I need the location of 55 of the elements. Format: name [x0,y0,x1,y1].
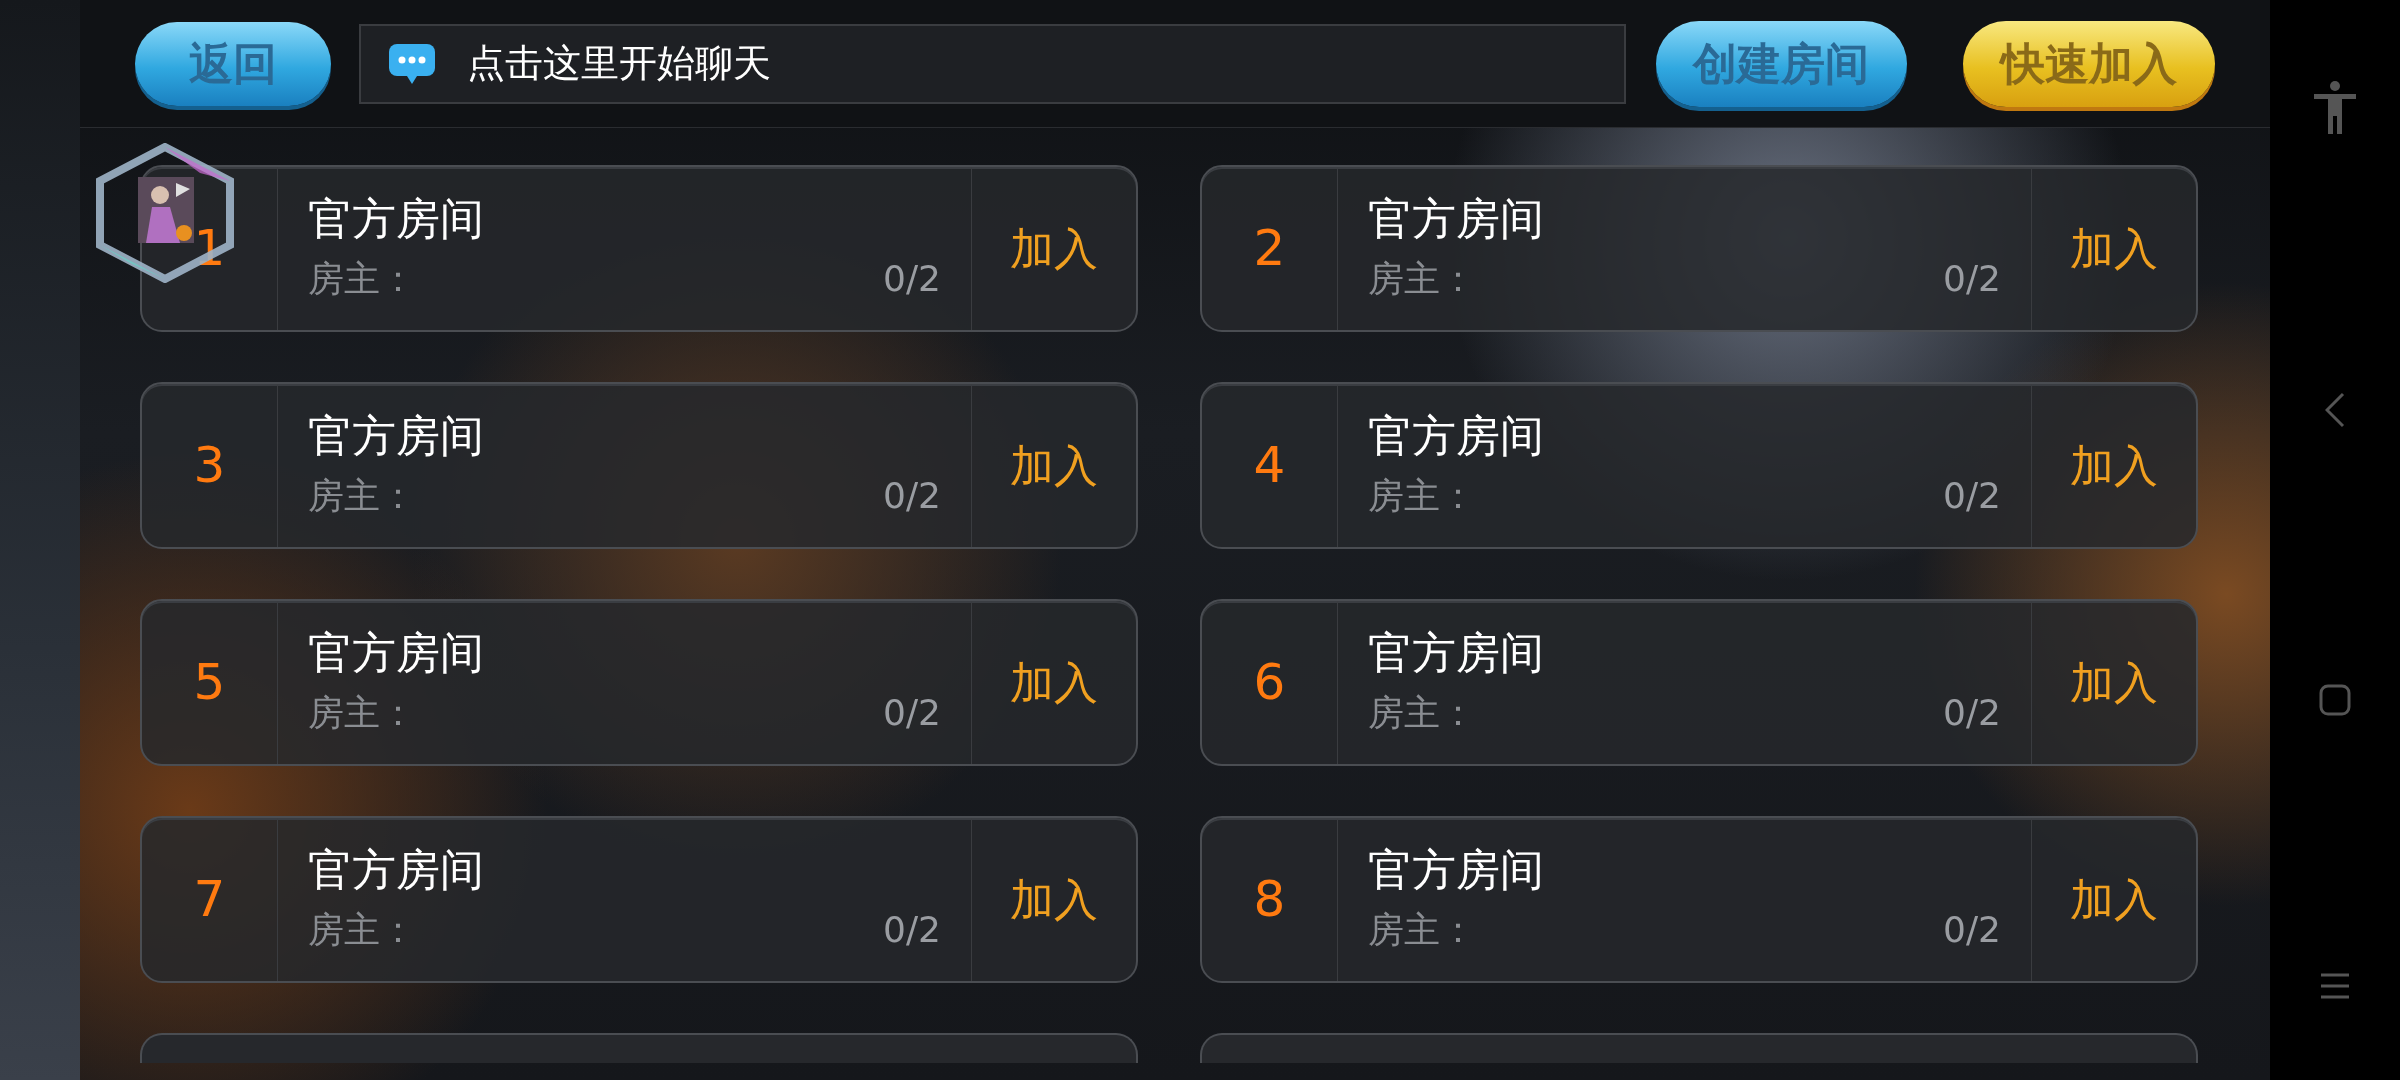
join-button[interactable]: 加入 [972,384,1136,547]
join-button[interactable]: 加入 [972,167,1136,330]
room-number: 5 [193,652,226,713]
room-card[interactable]: 7 官方房间 房主： 0/2 加入 [140,816,1138,983]
room-card[interactable]: 2 官方房间 房主： 0/2 加入 [1200,165,2198,332]
join-button[interactable]: 加入 [972,601,1136,764]
accessibility-icon[interactable] [2312,80,2358,136]
room-card[interactable]: 5 官方房间 房主： 0/2 加入 [140,599,1138,766]
player-count: 0/2 [1943,474,2001,518]
room-number: 6 [1253,652,1286,713]
room-name: 官方房间 [1368,409,1545,463]
owner-label: 房主： [1368,691,1476,735]
player-count: 0/2 [1943,257,2001,301]
owner-label: 房主： [308,691,416,735]
room-name: 官方房间 [308,626,485,680]
chat-bubble-icon [386,41,437,86]
player-count: 0/2 [883,474,941,518]
room-card[interactable]: 6 官方房间 房主： 0/2 加入 [1200,599,2198,766]
room-name: 官方房间 [308,192,485,246]
join-button[interactable]: 加入 [2032,167,2196,330]
room-number: 7 [193,869,226,930]
room-name: 官方房间 [308,843,485,897]
back-icon[interactable] [2325,392,2345,428]
owner-label: 房主： [1368,908,1476,952]
join-button[interactable]: 加入 [2032,384,2196,547]
player-count: 0/2 [1943,691,2001,735]
room-card[interactable]: 3 官方房间 房主： 0/2 加入 [140,382,1138,549]
room-name: 官方房间 [1368,626,1545,680]
owner-label: 房主： [308,474,416,518]
room-number: 4 [1253,435,1286,496]
room-name: 官方房间 [308,409,485,463]
owner-label: 房主： [1368,474,1476,518]
player-count: 0/2 [883,257,941,301]
join-button[interactable]: 加入 [972,818,1136,981]
player-count: 0/2 [883,691,941,735]
room-card[interactable] [140,1033,1138,1063]
room-number: 3 [193,435,226,496]
chat-input[interactable]: 点击这里开始聊天 [466,35,1598,92]
room-card[interactable] [1200,1033,2198,1063]
room-number: 8 [1253,869,1286,930]
room-name: 官方房间 [1368,843,1545,897]
owner-label: 房主： [308,908,416,952]
room-card[interactable]: 4 官方房间 房主： 0/2 加入 [1200,382,2198,549]
home-icon[interactable] [2319,684,2351,716]
room-card[interactable]: 8 官方房间 房主： 0/2 加入 [1200,816,2198,983]
room-name: 官方房间 [1368,192,1545,246]
menu-icon[interactable] [2319,972,2351,1000]
chat-field[interactable]: 点击这里开始聊天 [358,23,1626,104]
owner-label: 房主： [308,257,416,301]
player-count: 0/2 [1943,908,2001,952]
owner-label: 房主： [1368,257,1476,301]
room-number: 2 [1253,218,1286,279]
join-button[interactable]: 加入 [2032,818,2196,981]
player-count: 0/2 [883,908,941,952]
join-button[interactable]: 加入 [2032,601,2196,764]
